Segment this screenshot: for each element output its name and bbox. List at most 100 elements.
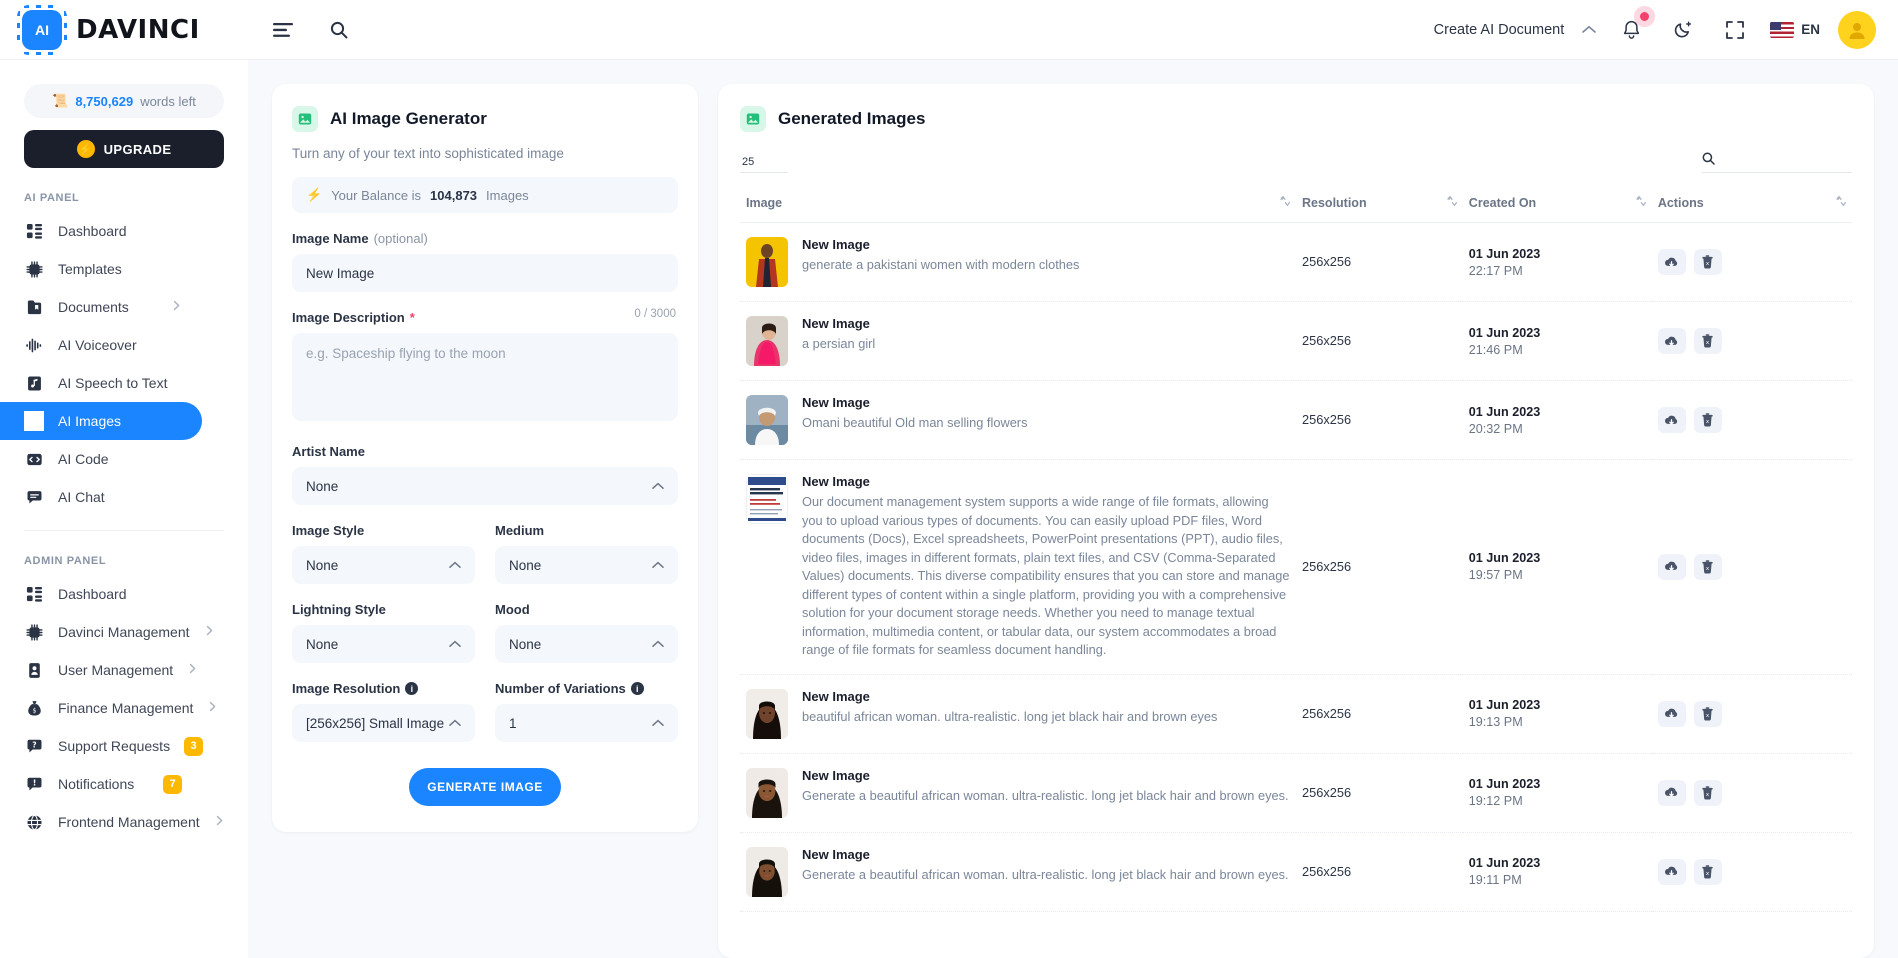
sidebar-item-ai-chat[interactable]: AI Chat <box>0 478 202 516</box>
sidebar-item-ai-code[interactable]: AI Code <box>0 440 202 478</box>
sidebar-item-notifications[interactable]: ! Notifications 7 <box>0 765 202 803</box>
row-thumbnail[interactable] <box>746 474 788 524</box>
cloud-download-icon[interactable] <box>1657 700 1686 727</box>
cloud-download-icon[interactable] <box>1657 553 1686 580</box>
column-header-resolution[interactable]: Resolution <box>1296 187 1463 223</box>
row-thumbnail[interactable] <box>746 316 788 366</box>
row-description: generate a pakistani women with modern c… <box>802 257 1080 272</box>
chevron-up-icon <box>652 479 664 493</box>
generated-images-title: Generated Images <box>778 109 926 128</box>
hamburger-menu-icon[interactable] <box>266 13 300 47</box>
upgrade-label: UPGRADE <box>103 141 172 157</box>
table-row[interactable]: New Image Generate a beautiful african w… <box>740 832 1852 912</box>
row-thumbnail[interactable] <box>746 767 788 818</box>
trash-icon[interactable]: x <box>1693 858 1722 885</box>
column-header-actions[interactable]: Actions <box>1651 187 1852 223</box>
generate-image-button[interactable]: GENERATE IMAGE <box>409 768 561 806</box>
image-style-select[interactable]: None <box>292 546 475 584</box>
trash-icon[interactable]: x <box>1693 328 1722 354</box>
sidebar-item-support-requests[interactable]: ? Support Requests 3 <box>0 727 204 765</box>
table-row[interactable]: New Image Our document management system… <box>740 459 1852 675</box>
table-row[interactable]: New Image beautiful african woman. ultra… <box>740 674 1852 754</box>
sidebar-item-user-management[interactable]: User Management <box>0 651 202 689</box>
image-description-textarea[interactable] <box>292 333 678 421</box>
table-row[interactable]: New Image generate a pakistani women wit… <box>740 222 1852 302</box>
admin-panel-title: ADMIN PANEL <box>24 555 107 567</box>
trash-icon[interactable]: x <box>1693 553 1722 580</box>
sidebar-item-finance-management[interactable]: $ Finance Management <box>0 689 216 727</box>
bell-icon[interactable] <box>1614 11 1650 47</box>
sidebar-item-ai-images[interactable]: AI Images <box>0 402 202 440</box>
upgrade-button[interactable]: ⚡ UPGRADE <box>24 130 224 168</box>
page-size-select[interactable] <box>740 156 788 173</box>
trash-icon[interactable]: x <box>1693 779 1722 806</box>
sidebar-item-ai-speech-to-text[interactable]: AI Speech to Text <box>0 364 202 402</box>
sidebar: 📜 8,750,629 words left ⚡ UPGRADE AI PANE… <box>0 60 248 958</box>
mood-select[interactable]: None <box>495 625 678 663</box>
row-thumbnail[interactable] <box>746 846 788 897</box>
info-icon[interactable]: i <box>630 682 644 695</box>
row-resolution: 256x256 <box>1302 558 1352 574</box>
sidebar-item-ai-voiceover[interactable]: AI Voiceover <box>0 326 202 364</box>
sort-icon[interactable] <box>1447 195 1457 210</box>
sidebar-item-davinci-management[interactable]: Davinci Management <box>0 613 212 651</box>
words-left-pill: 📜 8,750,629 words left <box>24 84 224 118</box>
cloud-download-icon[interactable] <box>1657 779 1686 806</box>
trash-icon[interactable]: x <box>1693 249 1722 275</box>
sort-icon[interactable] <box>1636 195 1646 210</box>
avatar[interactable] <box>1838 10 1876 49</box>
image-style-field-group: Image Style None <box>292 523 475 584</box>
row-thumbnail[interactable] <box>746 688 788 739</box>
create-ai-document-button[interactable]: Create AI Document <box>1434 22 1565 38</box>
variations-select[interactable]: 1 <box>495 704 678 742</box>
info-icon[interactable]: i <box>405 682 419 695</box>
ai-panel-nav: Dashboard Templates Documents AI Voiceover A… <box>0 212 248 516</box>
trash-icon[interactable]: x <box>1693 407 1722 433</box>
sort-icon[interactable] <box>1836 195 1846 210</box>
cloud-download-icon[interactable] <box>1657 407 1686 433</box>
table-row[interactable]: New Image Omani beautiful Old man sellin… <box>740 380 1852 460</box>
medium-value: None <box>509 557 542 573</box>
cloud-download-icon[interactable] <box>1657 328 1686 354</box>
column-header-image[interactable]: Image <box>740 187 1296 223</box>
sort-icon[interactable] <box>1280 195 1290 210</box>
chevron-up-icon[interactable] <box>1582 22 1597 37</box>
image-name-input[interactable] <box>292 254 678 292</box>
sidebar-item-dashboard[interactable]: Dashboard <box>0 212 202 250</box>
sidebar-item-templates[interactable]: Templates <box>0 250 202 288</box>
image-icon <box>740 106 766 132</box>
sidebar-divider <box>24 530 224 531</box>
image-resolution-select[interactable]: [256x256] Small Image <box>292 704 475 742</box>
search-icon[interactable] <box>322 13 356 47</box>
chevron-up-icon <box>449 637 461 651</box>
cloud-download-icon[interactable] <box>1657 249 1686 275</box>
column-header-created-on[interactable]: Created On <box>1462 187 1652 223</box>
row-thumbnail[interactable] <box>746 237 788 287</box>
table-search[interactable] <box>1702 152 1852 173</box>
cell-resolution: 256x256 <box>1296 753 1463 833</box>
medium-select[interactable]: None <box>495 546 678 584</box>
search-input[interactable] <box>1723 153 1852 167</box>
language-selector[interactable]: EN <box>1770 21 1820 38</box>
artist-name-select[interactable]: None <box>292 467 678 505</box>
sidebar-item-frontend-management[interactable]: Frontend Management <box>0 803 222 841</box>
image-style-value: None <box>306 557 339 573</box>
table-header-row: Image Resolution Created On Actions <box>740 187 1852 223</box>
brand-logo-area[interactable]: AI DAVINCI <box>0 0 248 60</box>
brand-name: DAVINCI <box>76 14 200 45</box>
lightning-style-select[interactable]: None <box>292 625 475 663</box>
cloud-download-icon[interactable] <box>1657 858 1686 885</box>
table-row[interactable]: New Image Generate a beautiful african w… <box>740 753 1852 833</box>
sidebar-item-dashboard[interactable]: Dashboard <box>0 575 202 613</box>
sidebar-item-documents[interactable]: Documents <box>0 288 202 326</box>
image-resolution-value: [256x256] Small Image <box>306 715 445 731</box>
table-row[interactable]: New Image a persian girl 256x256 01 Jun … <box>740 301 1852 381</box>
row-thumbnail[interactable] <box>746 395 788 445</box>
sidebar-item-label: AI Code <box>58 451 109 467</box>
globe-icon <box>24 812 44 832</box>
trash-icon[interactable]: x <box>1693 700 1722 727</box>
row-time: 22:17 PM <box>1468 263 1523 278</box>
variations-label: Number of Variations i <box>495 681 678 696</box>
fullscreen-icon[interactable] <box>1718 13 1752 47</box>
moon-icon[interactable] <box>1666 13 1700 47</box>
